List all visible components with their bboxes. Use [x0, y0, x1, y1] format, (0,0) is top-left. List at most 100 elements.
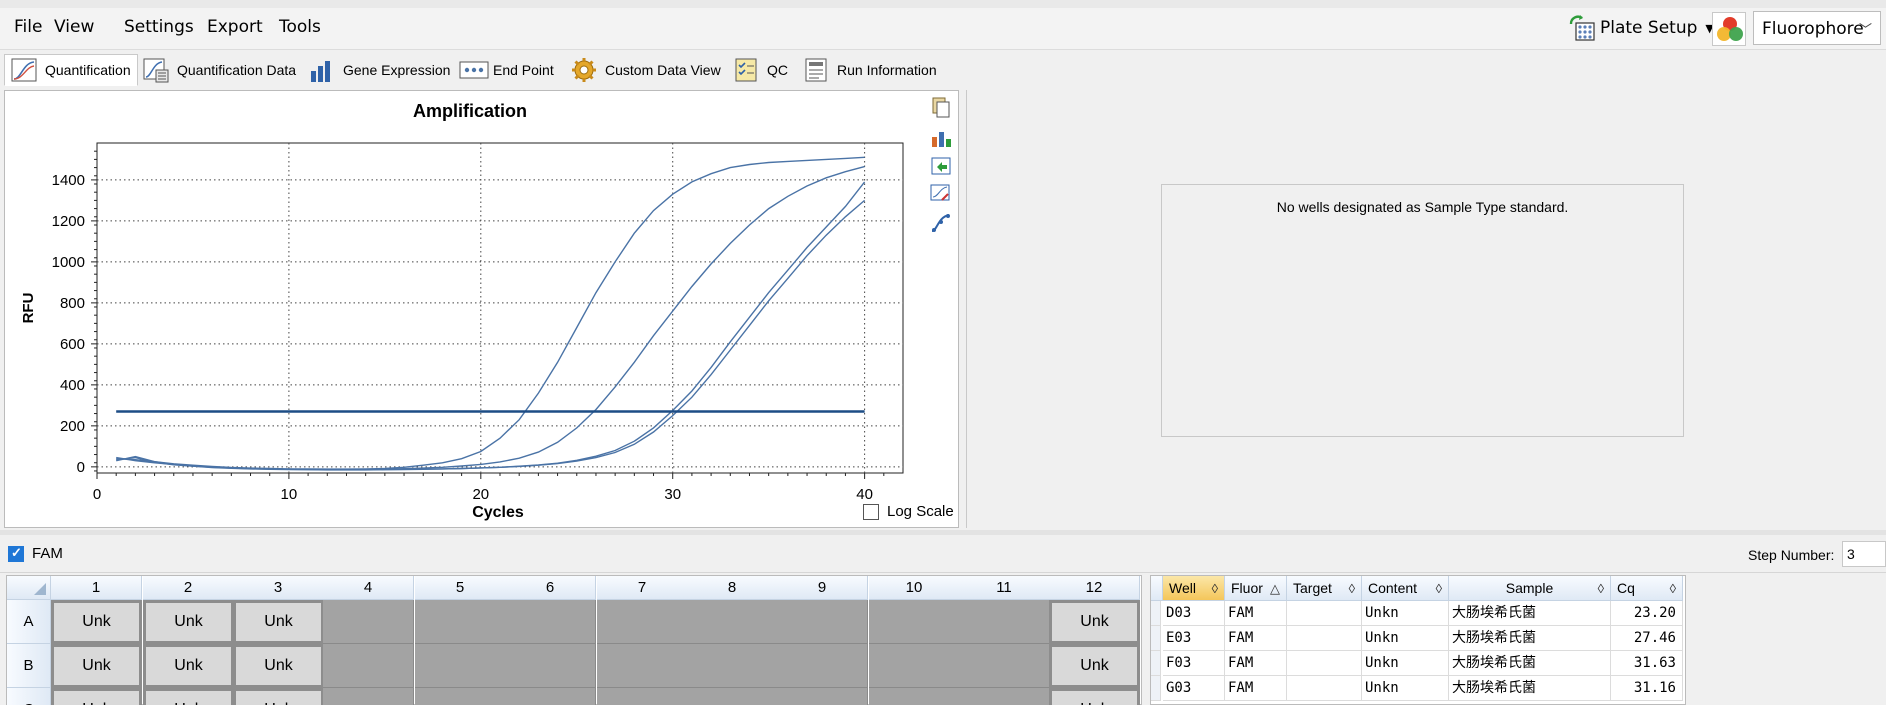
export-chart-icon[interactable]: [929, 153, 953, 177]
table-cell-fluor[interactable]: FAM: [1225, 651, 1287, 676]
plate-well[interactable]: Unk: [233, 644, 324, 688]
sort-icon[interactable]: ◊: [1436, 576, 1442, 601]
plate-column-header[interactable]: 11: [959, 576, 1050, 600]
table-header-well[interactable]: Well ◊: [1163, 576, 1225, 601]
tab-run-information[interactable]: Run Information: [796, 54, 944, 86]
menu-file[interactable]: File: [14, 17, 42, 37]
plate-well[interactable]: Unk: [143, 688, 234, 705]
plate-row-header[interactable]: C: [7, 688, 51, 705]
table-cell-cq[interactable]: 27.46: [1611, 626, 1683, 651]
zoom-chart-icon[interactable]: [929, 181, 953, 205]
plate-well[interactable]: Unk: [233, 688, 324, 705]
table-cell-sample[interactable]: 大肠埃希氏菌: [1449, 676, 1611, 701]
menu-export[interactable]: Export: [207, 17, 263, 37]
plate-well[interactable]: Unk: [143, 644, 234, 688]
table-header-cq[interactable]: Cq ◊: [1611, 576, 1683, 601]
sort-icon[interactable]: ◊: [1349, 576, 1355, 601]
plate-well[interactable]: [869, 688, 960, 705]
plate-well[interactable]: [959, 644, 1050, 688]
plate-well[interactable]: [687, 688, 778, 705]
menu-view[interactable]: View: [54, 17, 94, 37]
plate-well[interactable]: [597, 688, 688, 705]
table-cell-target[interactable]: [1287, 601, 1362, 626]
tab-custom-data-view[interactable]: Custom Data View: [564, 54, 728, 86]
chart-settings-icon[interactable]: [929, 125, 953, 149]
step-number-field[interactable]: 3: [1842, 541, 1886, 567]
sort-icon[interactable]: △: [1270, 576, 1280, 601]
plate-well[interactable]: [415, 644, 506, 688]
curve-fit-icon[interactable]: [929, 211, 953, 235]
plate-well[interactable]: [687, 600, 778, 644]
table-header-sample[interactable]: Sample ◊: [1449, 576, 1611, 601]
plate-well[interactable]: [959, 600, 1050, 644]
table-cell-cq[interactable]: 23.20: [1611, 601, 1683, 626]
plate-well[interactable]: [777, 600, 868, 644]
sort-icon[interactable]: ◊: [1598, 576, 1604, 601]
plate-column-header[interactable]: 2: [143, 576, 234, 600]
plate-well[interactable]: Unk: [233, 600, 324, 644]
table-cell-well[interactable]: G03: [1163, 676, 1225, 701]
table-cell-fluor[interactable]: FAM: [1225, 676, 1287, 701]
tab-qc[interactable]: QC: [726, 54, 795, 86]
plate-setup-button[interactable]: Plate Setup ▼: [1568, 12, 1714, 44]
plate-well[interactable]: [323, 600, 414, 644]
plate-well[interactable]: Unk: [1049, 600, 1140, 644]
table-cell-content[interactable]: Unkn: [1362, 676, 1449, 701]
table-cell-content[interactable]: Unkn: [1362, 601, 1449, 626]
plate-well[interactable]: Unk: [1049, 688, 1140, 705]
table-cell-well[interactable]: D03: [1163, 601, 1225, 626]
plate-column-header[interactable]: 6: [505, 576, 596, 600]
plate-well[interactable]: [597, 644, 688, 688]
plate-well[interactable]: [505, 688, 596, 705]
table-cell-fluor[interactable]: FAM: [1225, 626, 1287, 651]
row-selector[interactable]: [1151, 626, 1161, 651]
plate-column-header[interactable]: 3: [233, 576, 324, 600]
table-cell-cq[interactable]: 31.16: [1611, 676, 1683, 701]
plate-column-header[interactable]: 12: [1049, 576, 1140, 600]
plate-well[interactable]: [777, 688, 868, 705]
table-header-target[interactable]: Target ◊: [1287, 576, 1362, 601]
plate-well[interactable]: [869, 600, 960, 644]
table-cell-well[interactable]: E03: [1163, 626, 1225, 651]
table-cell-cq[interactable]: 31.63: [1611, 651, 1683, 676]
plate-well[interactable]: [959, 688, 1050, 705]
table-header-fluor[interactable]: Fluor △: [1225, 576, 1287, 601]
plate-well[interactable]: [415, 688, 506, 705]
table-cell-fluor[interactable]: FAM: [1225, 601, 1287, 626]
plate-well[interactable]: [597, 600, 688, 644]
plate-select-all[interactable]: [7, 576, 51, 600]
tab-gene-expression[interactable]: Gene Expression: [302, 54, 457, 86]
plate-row-header[interactable]: A: [7, 600, 51, 644]
amplification-chart[interactable]: 0 10 20 30 400200400600800100012001400Amplif…: [5, 91, 960, 529]
plate-row-header[interactable]: B: [7, 644, 51, 688]
fam-toggle[interactable]: FAM: [8, 545, 63, 562]
plate-column-header[interactable]: 9: [777, 576, 868, 600]
plate-well[interactable]: Unk: [51, 688, 142, 705]
plate-column-header[interactable]: 1: [51, 576, 142, 600]
sort-icon[interactable]: ◊: [1212, 576, 1218, 601]
plate-well[interactable]: Unk: [51, 600, 142, 644]
row-selector[interactable]: [1151, 676, 1161, 701]
plate-well[interactable]: [505, 600, 596, 644]
plate-well[interactable]: Unk: [1049, 644, 1140, 688]
table-cell-target[interactable]: [1287, 626, 1362, 651]
fluorophore-select[interactable]: Fluorophore ﹀: [1753, 11, 1881, 45]
plate-well[interactable]: [323, 644, 414, 688]
plate-column-header[interactable]: 10: [869, 576, 960, 600]
tab-quantification-data[interactable]: Quantification Data: [136, 54, 303, 86]
plate-column-header[interactable]: 8: [687, 576, 778, 600]
tab-end-point[interactable]: End Point: [452, 54, 561, 86]
plate-well[interactable]: [323, 688, 414, 705]
plate-column-header[interactable]: 5: [415, 576, 506, 600]
row-selector[interactable]: [1151, 651, 1161, 676]
plate-column-header[interactable]: 7: [597, 576, 688, 600]
plate-well[interactable]: [869, 644, 960, 688]
plate-well[interactable]: Unk: [51, 644, 142, 688]
table-cell-target[interactable]: [1287, 676, 1362, 701]
table-cell-content[interactable]: Unkn: [1362, 626, 1449, 651]
log-scale-checkbox[interactable]: [863, 503, 879, 520]
tab-quantification[interactable]: Quantification: [4, 54, 138, 86]
log-scale-toggle[interactable]: Log Scale: [863, 503, 954, 520]
row-selector[interactable]: [1151, 601, 1161, 626]
table-cell-sample[interactable]: 大肠埃希氏菌: [1449, 626, 1611, 651]
